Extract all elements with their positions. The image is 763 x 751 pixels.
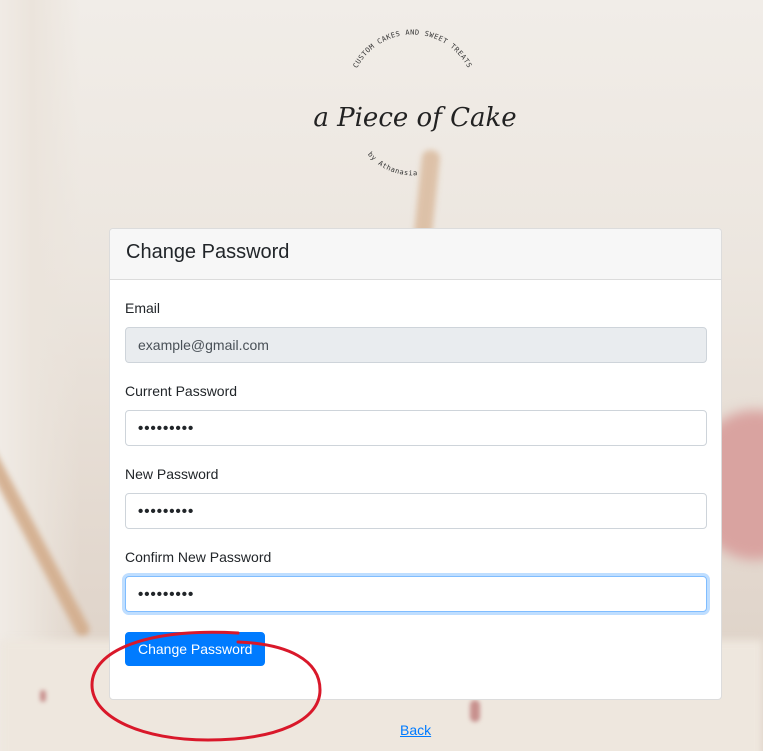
current-password-value: ••••••••• bbox=[138, 420, 195, 437]
confirm-password-label: Confirm New Password bbox=[125, 549, 272, 565]
back-link[interactable]: Back bbox=[400, 722, 431, 738]
a-piece-of-cake-logo: CUSTOM CAKES AND SWEET TREATS a Piece of… bbox=[313, 28, 516, 177]
new-password-group: New Password ••••••••• bbox=[125, 466, 707, 529]
confirm-password-field[interactable]: ••••••••• bbox=[125, 576, 707, 612]
email-field[interactable]: example@gmail.com bbox=[125, 327, 707, 363]
card-header: Change Password bbox=[110, 229, 721, 280]
confirm-password-group: Confirm New Password ••••••••• bbox=[125, 549, 707, 612]
new-password-value: ••••••••• bbox=[138, 503, 195, 520]
current-password-label: Current Password bbox=[125, 383, 238, 399]
confirm-password-value: ••••••••• bbox=[138, 586, 195, 603]
new-password-field[interactable]: ••••••••• bbox=[125, 493, 707, 529]
svg-text:by Athanasia: by Athanasia bbox=[366, 150, 418, 177]
background-dot bbox=[470, 700, 480, 722]
logo-arc-top-text: CUSTOM CAKES AND SWEET TREATS bbox=[352, 28, 473, 69]
annotation-circle bbox=[90, 630, 322, 742]
change-password-form: Email example@gmail.com Current Password… bbox=[110, 280, 721, 666]
background-blur-left bbox=[0, 0, 80, 751]
card-title: Change Password bbox=[126, 241, 290, 263]
email-group: Email example@gmail.com bbox=[125, 300, 707, 363]
new-password-label: New Password bbox=[125, 466, 219, 482]
svg-text:CUSTOM CAKES AND SWEET TREATS: CUSTOM CAKES AND SWEET TREATS bbox=[352, 28, 474, 69]
page-background: CUSTOM CAKES AND SWEET TREATS a Piece of… bbox=[0, 0, 763, 751]
current-password-field[interactable]: ••••••••• bbox=[125, 410, 707, 446]
logo-arc-bottom-text: by Athanasia bbox=[366, 150, 417, 177]
email-label: Email bbox=[125, 300, 161, 316]
current-password-group: Current Password ••••••••• bbox=[125, 383, 707, 446]
logo-script-text: a Piece of Cake bbox=[313, 103, 516, 133]
background-dot bbox=[40, 690, 46, 702]
